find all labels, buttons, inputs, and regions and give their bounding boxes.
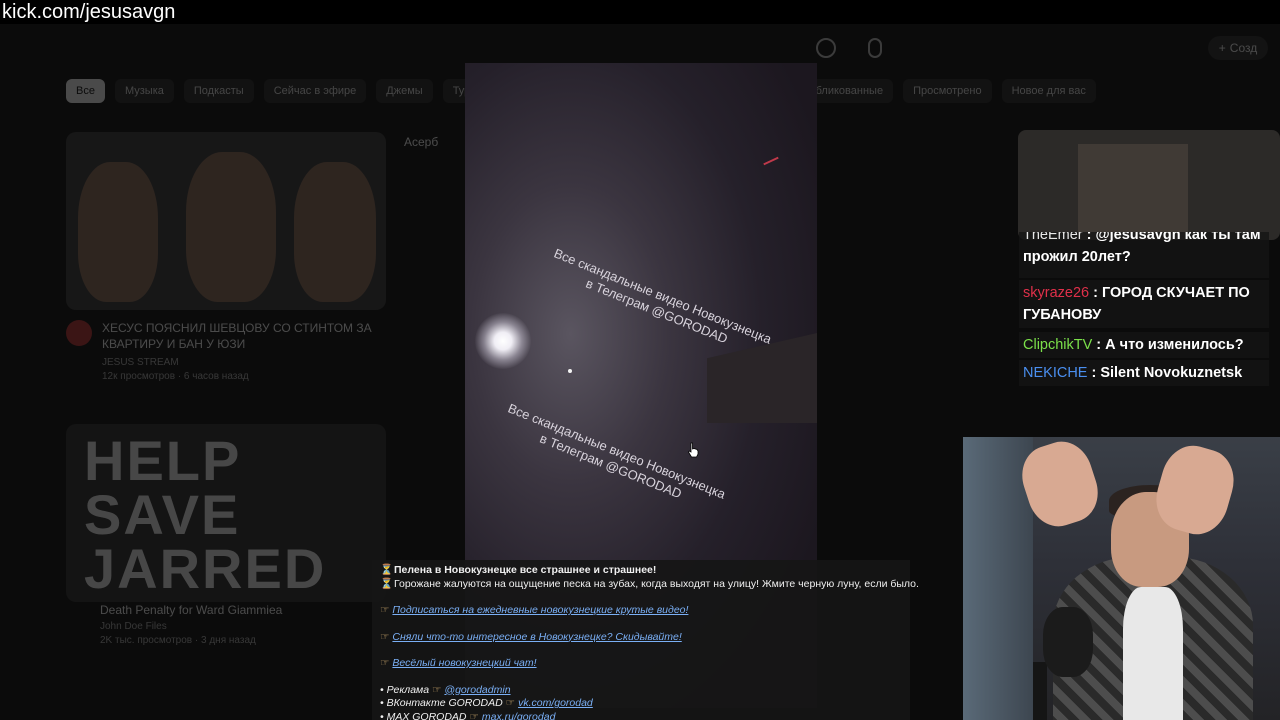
- description-line: ⏳Горожане жалуются на ощущение песка на …: [380, 577, 919, 590]
- chat-username: NEKICHE: [1023, 365, 1088, 381]
- vk-link[interactable]: vk.com/gorodad: [518, 697, 593, 709]
- chat-message: NEKICHE: Silent Novokuznetsk: [1019, 360, 1269, 386]
- watermark-bar: kick.com/jesusavgn: [0, 0, 1280, 24]
- video-overlay-caption: Все скандальные видео Новокузнецка в Тел…: [505, 400, 728, 502]
- category-chips-right: убликованные Просмотрено Новое для вас: [800, 79, 1096, 103]
- max-link[interactable]: max.ru/gorodad: [482, 711, 556, 720]
- pointing-hand-icon: ☞: [432, 683, 442, 696]
- chat-link[interactable]: Весёлый новокузнецкий чат!: [392, 657, 536, 669]
- video-meta: 12к просмотров · 6 часов назад: [102, 371, 249, 382]
- mic-arm: [1033, 662, 1047, 720]
- chat-username: skyraze26: [1023, 285, 1090, 301]
- video-description: ⏳Пелена в Новокузнецке все страшнее и ст…: [372, 560, 919, 720]
- pointing-hand-icon: ☞: [380, 604, 390, 616]
- face: [186, 152, 276, 302]
- channel-name[interactable]: JESUS STREAM: [102, 356, 179, 370]
- description-link-row: ☞ Весёлый новокузнецкий чат!: [380, 657, 902, 671]
- avatar[interactable]: [66, 320, 92, 346]
- chip-watched[interactable]: Просмотрено: [903, 79, 992, 103]
- chip-new-for-you[interactable]: Новое для вас: [1001, 79, 1096, 103]
- plus-icon: +: [1218, 41, 1226, 55]
- face: [294, 162, 376, 302]
- chat-text: : А что изменилось?: [1096, 337, 1244, 353]
- section-label: Асерб: [404, 135, 439, 149]
- pointing-hand-icon: ☞: [380, 657, 390, 669]
- chat-message: skyraze26: ГОРОД СКУЧАЕТ ПО ГУБАНОВУ: [1019, 280, 1269, 328]
- chip-live[interactable]: Сейчас в эфире: [263, 79, 367, 103]
- description-line: • MAX GORODAD ☞ max.ru/gorodad: [380, 711, 902, 720]
- hand-cursor-icon: [687, 442, 699, 458]
- chip-music[interactable]: Музыка: [114, 79, 174, 103]
- thumbnail-text: HELP SAVE JARRED: [84, 429, 327, 600]
- chat-text: : Silent Novokuznetsk: [1091, 365, 1243, 381]
- submit-video-link[interactable]: Сняли что-то интересное в Новокузнецке? …: [392, 631, 681, 643]
- microphone: [1043, 607, 1093, 677]
- pointing-hand-icon: ☞: [380, 630, 390, 643]
- pointing-hand-icon: ☞: [469, 710, 479, 720]
- category-chips: Все Музыка Подкасты Сейчас в эфире Джемы…: [66, 79, 487, 103]
- hourglass-icon: ⏳: [380, 564, 394, 576]
- chip-jams[interactable]: Джемы: [376, 79, 433, 103]
- create-button[interactable]: + Созд: [1208, 36, 1268, 60]
- street-light: [475, 313, 531, 369]
- chat-message: ClipchikTV: А что изменилось?: [1019, 332, 1269, 358]
- video-title[interactable]: ХЕСУС ПОЯСНИЛ ШЕВЦОВУ СО СТИНТОМ ЗА КВАР…: [102, 320, 372, 352]
- chip-podcasts[interactable]: Подкасты: [183, 79, 254, 103]
- description-line: • Реклама ☞ @gorodadmin: [380, 683, 511, 696]
- stream-watermark: kick.com/jesusavgn: [2, 1, 176, 23]
- chip-all[interactable]: Все: [66, 79, 105, 103]
- description-link-row: ☞ Сняли что-то интересное в Новокузнецке?…: [380, 631, 902, 645]
- light-dot: [568, 369, 572, 373]
- description-line: ⏳Пелена в Новокузнецке все страшнее и ст…: [380, 564, 657, 576]
- description-link-row: ☞ Подписаться на ежедневные новокузнецкие…: [380, 604, 902, 618]
- background-thumbnail: [1018, 130, 1280, 240]
- chat-username: TheEmer: [1023, 232, 1083, 243]
- pointing-hand-icon: ☞: [505, 697, 516, 709]
- mic-icon[interactable]: [868, 38, 882, 58]
- video-thumbnail[interactable]: [66, 132, 386, 310]
- subscribe-link[interactable]: Подписаться на ежедневные новокузнецкие …: [392, 604, 688, 616]
- face: [78, 162, 158, 302]
- channel-name[interactable]: John Doe Files: [100, 620, 167, 634]
- search-icon[interactable]: [816, 38, 836, 58]
- description-line: • ВКонтакте GORODAD ☞ vk.com/gorodad: [380, 697, 593, 709]
- streamer-webcam: [963, 437, 1280, 720]
- stream-chat: TheEmer: @jesusavgn как ты там прожил 20…: [1019, 232, 1269, 386]
- red-light: [763, 156, 779, 166]
- chat-username: ClipchikTV: [1023, 337, 1093, 353]
- video-meta: 2K тыс. просмотров · 3 дня назад: [100, 635, 256, 646]
- video-overlay-caption: Все скандальные видео Новокузнецка в Тел…: [551, 245, 774, 347]
- ad-contact-link[interactable]: @gorodadmin: [444, 684, 510, 696]
- chat-message: TheEmer: @jesusavgn как ты там прожил 20…: [1019, 232, 1269, 278]
- video-thumbnail[interactable]: HELP SAVE JARRED: [66, 424, 386, 602]
- white-tshirt: [1123, 587, 1183, 720]
- video-title[interactable]: Death Penalty for Ward Giammiea: [100, 602, 282, 618]
- hourglass-icon: ⏳: [380, 577, 394, 590]
